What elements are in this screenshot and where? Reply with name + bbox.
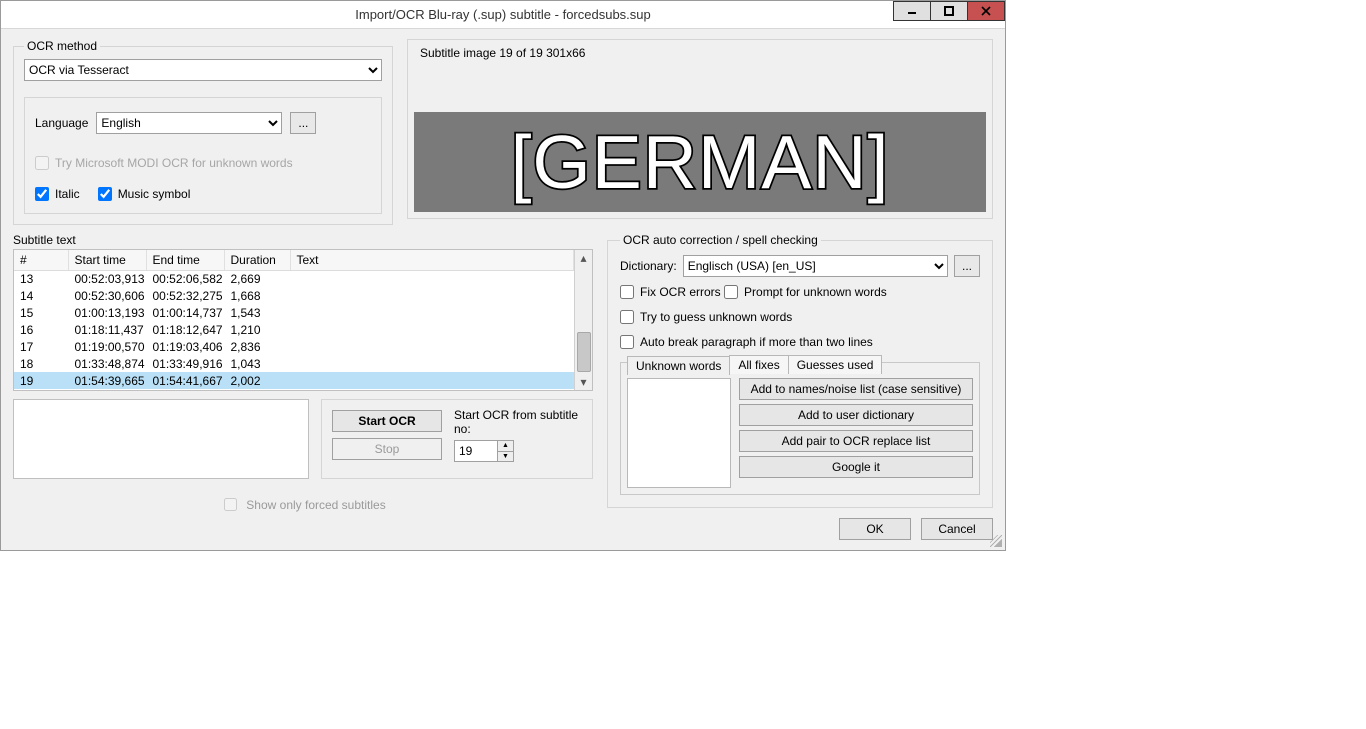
table-row[interactable]: 1300:52:03,91300:52:06,5822,669 <box>14 270 574 287</box>
dialog-window: Import/OCR Blu-ray (.sup) subtitle - for… <box>0 0 1006 551</box>
start-from-spinner[interactable]: ▲▼ <box>498 440 514 462</box>
ocr-method-legend: OCR method <box>24 39 100 53</box>
table-row[interactable]: 1601:18:11,43701:18:12,6471,210 <box>14 321 574 338</box>
music-checkbox[interactable]: Music symbol <box>98 187 191 201</box>
tab-guesses-used[interactable]: Guesses used <box>788 355 883 374</box>
col-start[interactable]: Start time <box>68 250 146 270</box>
add-pair-button[interactable]: Add pair to OCR replace list <box>739 430 973 452</box>
window-title: Import/OCR Blu-ray (.sup) subtitle - for… <box>1 7 1005 22</box>
cancel-button[interactable]: Cancel <box>921 518 993 540</box>
resize-grip-icon[interactable] <box>990 535 1002 547</box>
col-dur[interactable]: Duration <box>224 250 290 270</box>
forced-only-checkbox <box>224 498 237 511</box>
stop-ocr-button: Stop <box>332 438 442 460</box>
spin-down-icon[interactable]: ▼ <box>498 452 513 462</box>
preview-area: Subtitle image 19 of 19 301x66 [GERMAN] <box>407 39 993 219</box>
dialog-content: OCR method OCR via Tesseract Language En… <box>1 29 1005 550</box>
fix-errors-checkbox[interactable]: Fix OCR errors <box>620 285 721 299</box>
scroll-down-icon[interactable]: ▾ <box>576 374 592 390</box>
scroll-thumb[interactable] <box>577 332 591 372</box>
close-button[interactable] <box>967 1 1005 21</box>
modi-checkbox-input <box>35 156 49 170</box>
subtitle-grid[interactable]: # Start time End time Duration Text 1300… <box>14 250 574 390</box>
table-row[interactable]: 1801:33:48,87401:33:49,9161,043 <box>14 355 574 372</box>
ocr-auto-legend: OCR auto correction / spell checking <box>620 233 821 247</box>
table-row[interactable]: 1901:54:39,66501:54:41,6672,002 <box>14 372 574 389</box>
preview-label: Subtitle image 19 of 19 301x66 <box>420 46 986 60</box>
ok-button[interactable]: OK <box>839 518 911 540</box>
start-from-input[interactable] <box>454 440 498 462</box>
italic-label: Italic <box>55 187 80 201</box>
titlebar: Import/OCR Blu-ray (.sup) subtitle - for… <box>1 1 1005 29</box>
table-row[interactable]: 1400:52:30,60600:52:32,2751,668 <box>14 287 574 304</box>
table-row[interactable]: 1501:00:13,19301:00:14,7371,543 <box>14 304 574 321</box>
ocr-method-select[interactable]: OCR via Tesseract <box>24 59 382 81</box>
auto-break-checkbox[interactable]: Auto break paragraph if more than two li… <box>620 335 873 349</box>
ocr-auto-section: OCR auto correction / spell checking Dic… <box>607 233 993 540</box>
preview-text: [GERMAN] <box>511 125 890 200</box>
col-end[interactable]: End time <box>146 250 224 270</box>
language-more-button[interactable]: ... <box>290 112 316 134</box>
language-select[interactable]: English <box>96 112 282 134</box>
subtitle-text-section: Subtitle text # Start time End time Dura… <box>13 233 593 540</box>
music-label: Music symbol <box>118 187 191 201</box>
tab-unknown-words[interactable]: Unknown words <box>627 356 730 375</box>
dictionary-label: Dictionary: <box>620 259 677 273</box>
dictionary-select[interactable]: Englisch (USA) [en_US] <box>683 255 948 277</box>
preview-column: Subtitle image 19 of 19 301x66 [GERMAN] <box>407 39 993 225</box>
language-label: Language <box>35 116 88 130</box>
start-from-label: Start OCR from subtitle no: <box>454 408 582 436</box>
grid-scrollbar[interactable]: ▴ ▾ <box>574 250 592 390</box>
scroll-up-icon[interactable]: ▴ <box>576 250 592 266</box>
tabs-container: Unknown words All fixes Guesses used Add… <box>620 362 980 495</box>
ocr-auto-group: OCR auto correction / spell checking Dic… <box>607 233 993 508</box>
language-panel: Language English ... Try Microsoft MODI … <box>24 97 382 214</box>
guess-unknown-checkbox[interactable]: Try to guess unknown words <box>620 310 792 324</box>
forced-only-label: Show only forced subtitles <box>246 498 385 512</box>
message-box <box>13 399 309 479</box>
maximize-button[interactable] <box>930 1 968 21</box>
window-controls <box>894 1 1005 25</box>
ocr-method-group: OCR method OCR via Tesseract Language En… <box>13 39 393 225</box>
music-checkbox-input[interactable] <box>98 187 112 201</box>
ocr-control-panel: Start OCR Stop Start OCR from subtitle n… <box>321 399 593 479</box>
italic-checkbox[interactable]: Italic <box>35 187 80 201</box>
italic-checkbox-input[interactable] <box>35 187 49 201</box>
dictionary-more-button[interactable]: ... <box>954 255 980 277</box>
tab-all-fixes[interactable]: All fixes <box>729 355 788 374</box>
add-names-button[interactable]: Add to names/noise list (case sensitive) <box>739 378 973 400</box>
col-num[interactable]: # <box>14 250 68 270</box>
col-text[interactable]: Text <box>290 250 574 270</box>
table-row[interactable]: 1701:19:00,57001:19:03,4062,836 <box>14 338 574 355</box>
subtitle-text-label: Subtitle text <box>13 233 593 247</box>
add-user-dict-button[interactable]: Add to user dictionary <box>739 404 973 426</box>
subtitle-grid-wrap: # Start time End time Duration Text 1300… <box>13 249 593 391</box>
modi-label: Try Microsoft MODI OCR for unknown words <box>55 156 293 170</box>
google-it-button[interactable]: Google it <box>739 456 973 478</box>
modi-checkbox: Try Microsoft MODI OCR for unknown words <box>35 156 293 170</box>
start-ocr-button[interactable]: Start OCR <box>332 410 442 432</box>
preview-canvas: [GERMAN] <box>414 112 986 212</box>
minimize-button[interactable] <box>893 1 931 21</box>
prompt-unknown-checkbox[interactable]: Prompt for unknown words <box>724 285 887 299</box>
spin-up-icon[interactable]: ▲ <box>498 441 513 452</box>
unknown-words-list[interactable] <box>627 378 731 488</box>
